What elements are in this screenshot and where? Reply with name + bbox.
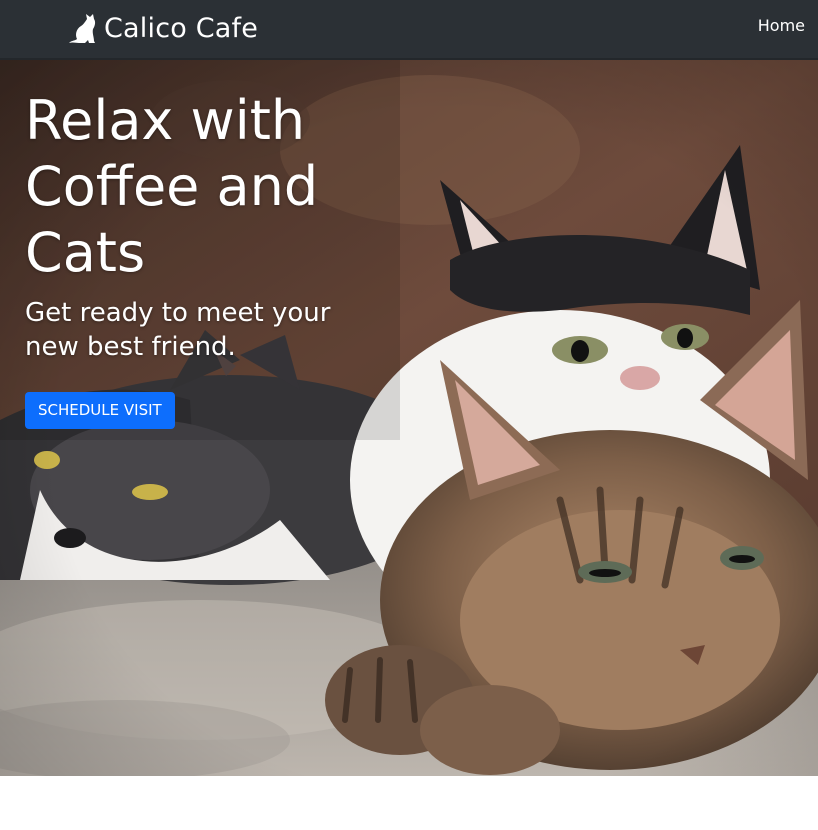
top-navbar: Calico Cafe Home — [0, 0, 818, 60]
schedule-visit-button[interactable]: SCHEDULE VISIT — [25, 392, 175, 429]
hero-content: Relax with Coffee and Cats Get ready to … — [25, 88, 385, 429]
hero-section: Relax with Coffee and Cats Get ready to … — [0, 60, 818, 776]
brand-link[interactable]: Calico Cafe — [64, 10, 258, 46]
nav-link-home[interactable]: Home — [758, 16, 805, 35]
cat-silhouette-icon — [69, 14, 96, 43]
brand-name: Calico Cafe — [104, 12, 259, 44]
hero-subtitle: Get ready to meet your new best friend. — [25, 298, 331, 362]
hero-title: Relax with Coffee and Cats — [25, 89, 319, 284]
